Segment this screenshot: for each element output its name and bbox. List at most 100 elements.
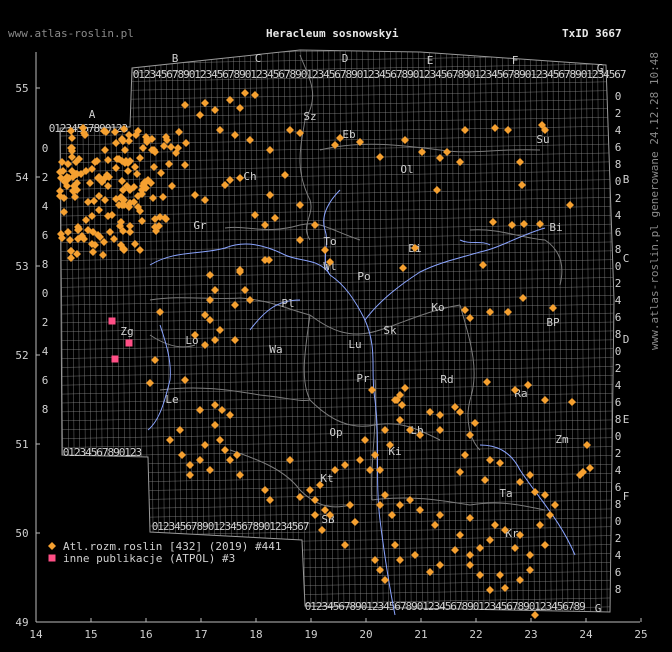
occurrence-point bbox=[89, 248, 97, 256]
occurrence-point bbox=[311, 221, 319, 229]
occurrence-point bbox=[520, 220, 528, 228]
occurrence-point bbox=[451, 403, 459, 411]
occurrence-point bbox=[196, 406, 204, 414]
region-border bbox=[303, 314, 311, 401]
region-label: Ol bbox=[400, 163, 413, 176]
region-label: Wa bbox=[269, 343, 282, 356]
occurrence-point bbox=[201, 196, 209, 204]
y-tick-label: 50 bbox=[15, 527, 28, 540]
legend-marker-atlas bbox=[48, 542, 56, 550]
region-label: Su bbox=[536, 133, 549, 146]
legend-text-publications: inne publikacje (ATPOL) #3 bbox=[63, 552, 235, 565]
occurrence-point bbox=[296, 493, 304, 501]
y-tick-label: 54 bbox=[15, 171, 29, 184]
occurrence-point bbox=[436, 426, 444, 434]
grid-index-bottom-right: 9 bbox=[579, 600, 586, 613]
grid-index-side: 0 bbox=[615, 345, 622, 358]
occurrence-point bbox=[281, 171, 289, 179]
grid-letter-right: B bbox=[623, 173, 630, 186]
occurrence-point bbox=[311, 511, 319, 519]
region-label: Eb bbox=[342, 128, 355, 141]
occurrence-point bbox=[159, 193, 167, 201]
region-label: Ko bbox=[431, 301, 444, 314]
occurrence-point bbox=[426, 568, 434, 576]
region-label: BP bbox=[546, 316, 560, 329]
grid-index-side: 0 bbox=[615, 430, 622, 443]
occurrence-point bbox=[416, 506, 424, 514]
occurrence-point bbox=[541, 396, 549, 404]
occurrence-point bbox=[216, 326, 224, 334]
grid-index-side: 0 bbox=[42, 142, 49, 155]
occurrence-point bbox=[511, 544, 519, 552]
occurrence-point bbox=[178, 451, 186, 459]
region-border bbox=[224, 223, 361, 241]
occurrence-point bbox=[175, 128, 183, 136]
grid-index-side: 6 bbox=[615, 141, 622, 154]
grid-index-side: 0 bbox=[615, 175, 622, 188]
grid-index-side: 6 bbox=[615, 481, 622, 494]
occurrence-point bbox=[139, 144, 147, 152]
occurrence-point bbox=[396, 416, 404, 424]
occurrence-point bbox=[443, 148, 451, 156]
occurrence-point bbox=[206, 466, 214, 474]
y-tick-label: 51 bbox=[15, 438, 28, 451]
grid-index-side: 4 bbox=[42, 200, 49, 213]
occurrence-point bbox=[166, 436, 174, 444]
grid-index-side: 0 bbox=[615, 90, 622, 103]
occurrence-point bbox=[211, 336, 219, 344]
occurrence-point bbox=[519, 294, 527, 302]
occurrence-point bbox=[341, 541, 349, 549]
y-tick-label: 49 bbox=[15, 616, 28, 629]
grid-index-side: 8 bbox=[42, 258, 49, 271]
publication-point bbox=[125, 339, 133, 347]
x-tick-label: 21 bbox=[414, 628, 427, 641]
occurrence-point bbox=[201, 441, 209, 449]
occurrence-point bbox=[411, 551, 419, 559]
occurrence-point bbox=[196, 111, 204, 119]
grid-index-side: 4 bbox=[615, 294, 622, 307]
occurrence-point bbox=[436, 154, 444, 162]
grid-index-side: 8 bbox=[615, 243, 622, 256]
occurrence-point bbox=[266, 146, 274, 154]
occurrence-point bbox=[56, 187, 64, 195]
region-label: Op bbox=[329, 426, 342, 439]
occurrence-point bbox=[431, 521, 439, 529]
occurrence-point bbox=[84, 198, 92, 206]
occurrence-point bbox=[376, 153, 384, 161]
grid-letter-top: B bbox=[172, 52, 179, 65]
occurrence-point bbox=[396, 501, 404, 509]
occurrence-point bbox=[426, 408, 434, 416]
occurrence-point bbox=[236, 471, 244, 479]
grid-index-side: 2 bbox=[615, 532, 622, 545]
occurrence-point bbox=[406, 496, 414, 504]
region-label: Gr bbox=[193, 219, 207, 232]
grid-index-side: 8 bbox=[615, 498, 622, 511]
occurrence-point bbox=[167, 143, 175, 151]
occurrence-point bbox=[306, 486, 314, 494]
grid-index-side: 4 bbox=[615, 379, 622, 392]
occurrence-point bbox=[471, 419, 479, 427]
occurrence-point bbox=[181, 101, 189, 109]
occurrence-point bbox=[461, 126, 469, 134]
grid-index-side: 2 bbox=[42, 171, 49, 184]
occurrence-point bbox=[118, 177, 126, 185]
occurrence-point bbox=[391, 541, 399, 549]
grid-index-side: 6 bbox=[615, 566, 622, 579]
occurrence-point bbox=[481, 476, 489, 484]
grid-letter-right: F bbox=[623, 490, 630, 503]
grid-index-side: 8 bbox=[615, 158, 622, 171]
grid-index-side: 4 bbox=[615, 464, 622, 477]
grid-index-side: 6 bbox=[42, 229, 49, 242]
grid-index-side: 4 bbox=[615, 549, 622, 562]
occurrence-point bbox=[456, 408, 464, 416]
occurrence-point bbox=[133, 170, 141, 178]
region-label: Bi bbox=[549, 221, 562, 234]
grid-index-side: 4 bbox=[42, 345, 49, 358]
occurrence-point bbox=[101, 196, 109, 204]
occurrence-point bbox=[136, 154, 144, 162]
y-tick-label: 52 bbox=[15, 349, 28, 362]
publication-point bbox=[111, 355, 119, 363]
grid-index-side: 2 bbox=[615, 107, 622, 120]
occurrence-point bbox=[496, 459, 504, 467]
occurrence-point bbox=[99, 251, 107, 259]
